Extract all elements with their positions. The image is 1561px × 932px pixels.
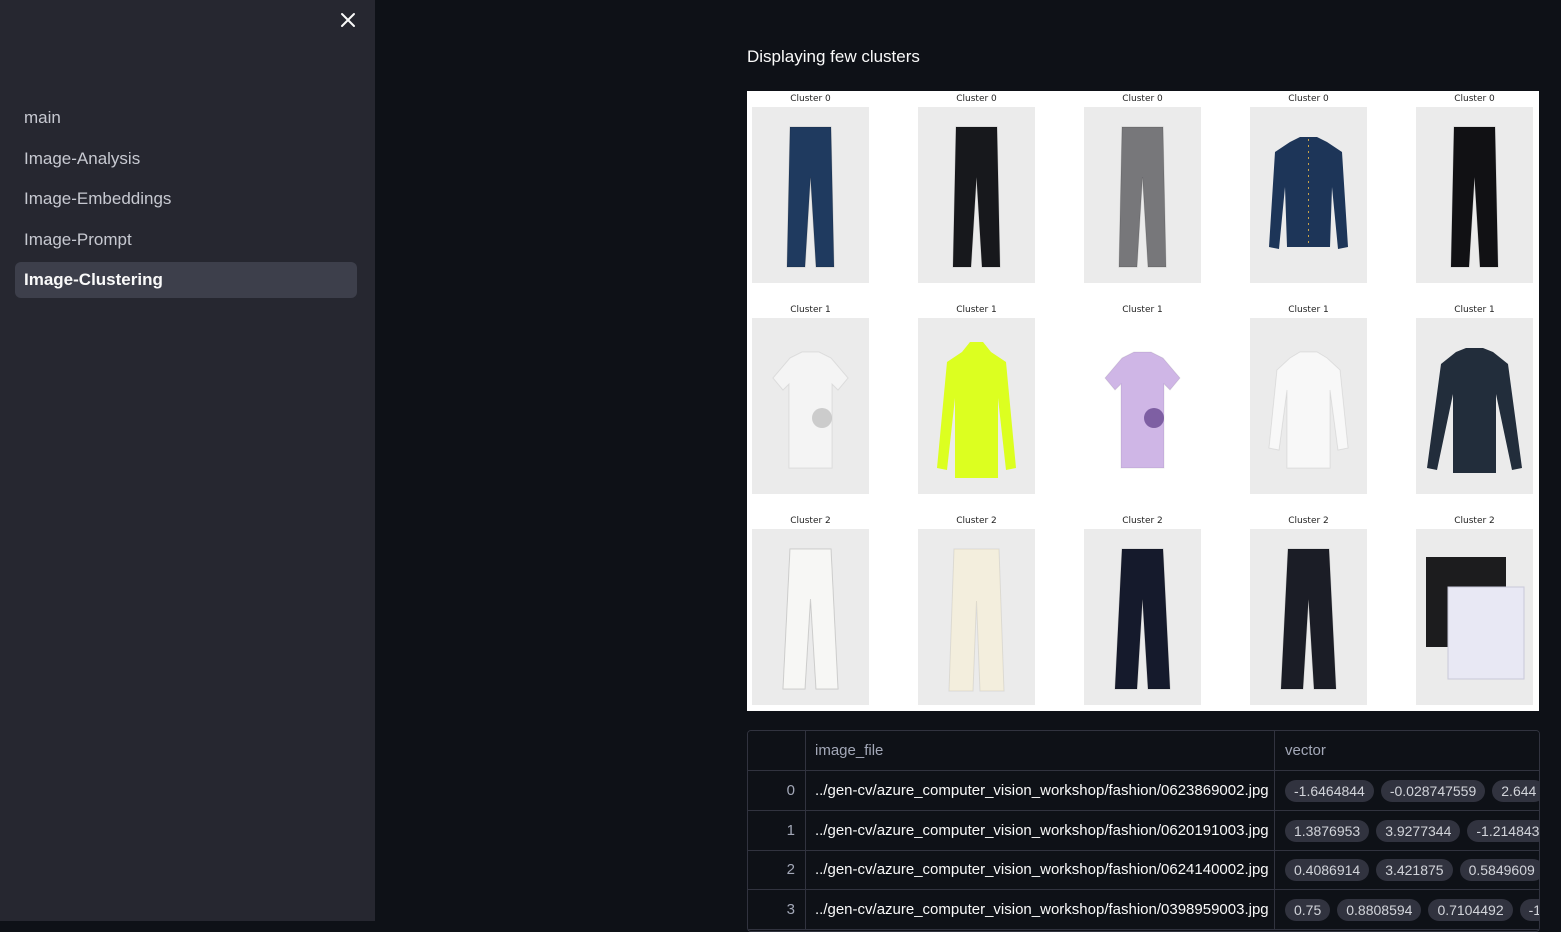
image-file-cell[interactable]: ../gen-cv/azure_computer_vision_workshop… [806, 771, 1275, 810]
sidebar-item-main[interactable]: main [15, 100, 357, 136]
vector-value: 3.421875 [1376, 859, 1453, 882]
vector-value: -1 [1519, 898, 1539, 921]
product-image [1416, 107, 1533, 283]
row-index: 1 [748, 810, 806, 850]
sidebar-nav: main Image-Analysis Image-Embeddings Ima… [15, 100, 357, 303]
product-image [752, 529, 869, 705]
cluster-caption: Cluster 1 [1122, 305, 1163, 315]
table-header: image_file vector [748, 731, 1539, 771]
vector-value: 1.3876953 [1285, 819, 1370, 842]
product-image [1084, 107, 1201, 283]
vector-cell[interactable]: -1.6464844 -0.028747559 2.644 [1276, 771, 1539, 810]
product-image [752, 107, 869, 283]
image-file-cell[interactable]: ../gen-cv/azure_computer_vision_workshop… [806, 850, 1275, 889]
sidebar: main Image-Analysis Image-Embeddings Ima… [0, 0, 375, 921]
product-image [1416, 318, 1533, 494]
vector-cell[interactable]: 1.3876953 3.9277344 -1.214843 [1276, 811, 1539, 850]
product-image [1084, 529, 1201, 705]
table-row[interactable]: 0 ../gen-cv/azure_computer_vision_worksho… [748, 771, 1539, 811]
vector-value: 0.75 [1285, 898, 1331, 921]
product-image [918, 529, 1035, 705]
product-image [918, 318, 1035, 494]
image-file-cell[interactable]: ../gen-cv/azure_computer_vision_workshop… [806, 810, 1275, 850]
vector-value: 0.8808594 [1337, 898, 1422, 921]
vector-cell[interactable]: 0.75 0.8808594 0.7104492 -1 [1276, 890, 1539, 929]
cluster-caption: Cluster 1 [956, 305, 997, 315]
cluster-caption: Cluster 2 [1122, 516, 1163, 526]
sidebar-item-image-clustering[interactable]: Image-Clustering [15, 262, 357, 298]
product-image [1084, 318, 1201, 494]
cluster-caption: Cluster 1 [1454, 305, 1495, 315]
column-header-image-file[interactable]: image_file [806, 731, 1275, 770]
row-index: 0 [748, 771, 806, 810]
vector-value: -1.214843 [1467, 819, 1539, 842]
vector-value: 0.4086914 [1285, 859, 1370, 882]
table-row[interactable]: 1 ../gen-cv/azure_computer_vision_worksho… [748, 810, 1539, 851]
row-index: 3 [748, 889, 806, 929]
cluster-caption: Cluster 0 [1288, 94, 1329, 104]
cluster-caption: Cluster 0 [790, 94, 831, 104]
table-row[interactable]: 2 ../gen-cv/azure_computer_vision_worksho… [748, 850, 1539, 890]
cluster-caption: Cluster 0 [956, 94, 997, 104]
sidebar-item-image-prompt[interactable]: Image-Prompt [15, 222, 357, 258]
cluster-caption: Cluster 1 [1288, 305, 1329, 315]
close-sidebar-button[interactable] [336, 8, 360, 32]
vector-value: 3.9277344 [1376, 819, 1461, 842]
close-icon [341, 13, 355, 27]
product-image [918, 107, 1035, 283]
vector-value: -0.028747559 [1380, 780, 1486, 803]
row-index: 2 [748, 850, 806, 889]
cluster-caption: Cluster 0 [1454, 94, 1495, 104]
product-image [1416, 529, 1533, 705]
sidebar-item-image-embeddings[interactable]: Image-Embeddings [15, 181, 357, 217]
product-image [1250, 107, 1367, 283]
vector-value: 0.5849609 [1459, 859, 1539, 882]
product-image [752, 318, 869, 494]
cluster-caption: Cluster 1 [790, 305, 831, 315]
cluster-caption: Cluster 2 [956, 516, 997, 526]
vector-value: 0.7104492 [1428, 898, 1513, 921]
cluster-caption: Cluster 2 [1288, 516, 1329, 526]
dataframe-table[interactable]: image_file vector 0 ../gen-cv/azure_compu… [747, 730, 1540, 932]
cluster-figure: Cluster 0 Cluster 0 Cluster 0 Cluster 0 Clu… [747, 91, 1539, 711]
cluster-caption: Cluster 0 [1122, 94, 1163, 104]
vector-cell[interactable]: 0.4086914 3.421875 0.5849609 [1276, 850, 1539, 889]
vector-value: 2.644 [1492, 780, 1539, 803]
index-header [748, 731, 806, 770]
sidebar-item-image-analysis[interactable]: Image-Analysis [15, 141, 357, 177]
vector-value: -1.6464844 [1285, 780, 1374, 803]
column-header-vector[interactable]: vector [1276, 731, 1539, 770]
product-image [1250, 529, 1367, 705]
image-file-cell[interactable]: ../gen-cv/azure_computer_vision_workshop… [806, 889, 1275, 929]
table-row[interactable]: 3 ../gen-cv/azure_computer_vision_worksho… [748, 889, 1539, 930]
cluster-caption: Cluster 2 [790, 516, 831, 526]
product-image [1250, 318, 1367, 494]
cluster-caption: Cluster 2 [1454, 516, 1495, 526]
page-title: Displaying few clusters [747, 47, 920, 66]
